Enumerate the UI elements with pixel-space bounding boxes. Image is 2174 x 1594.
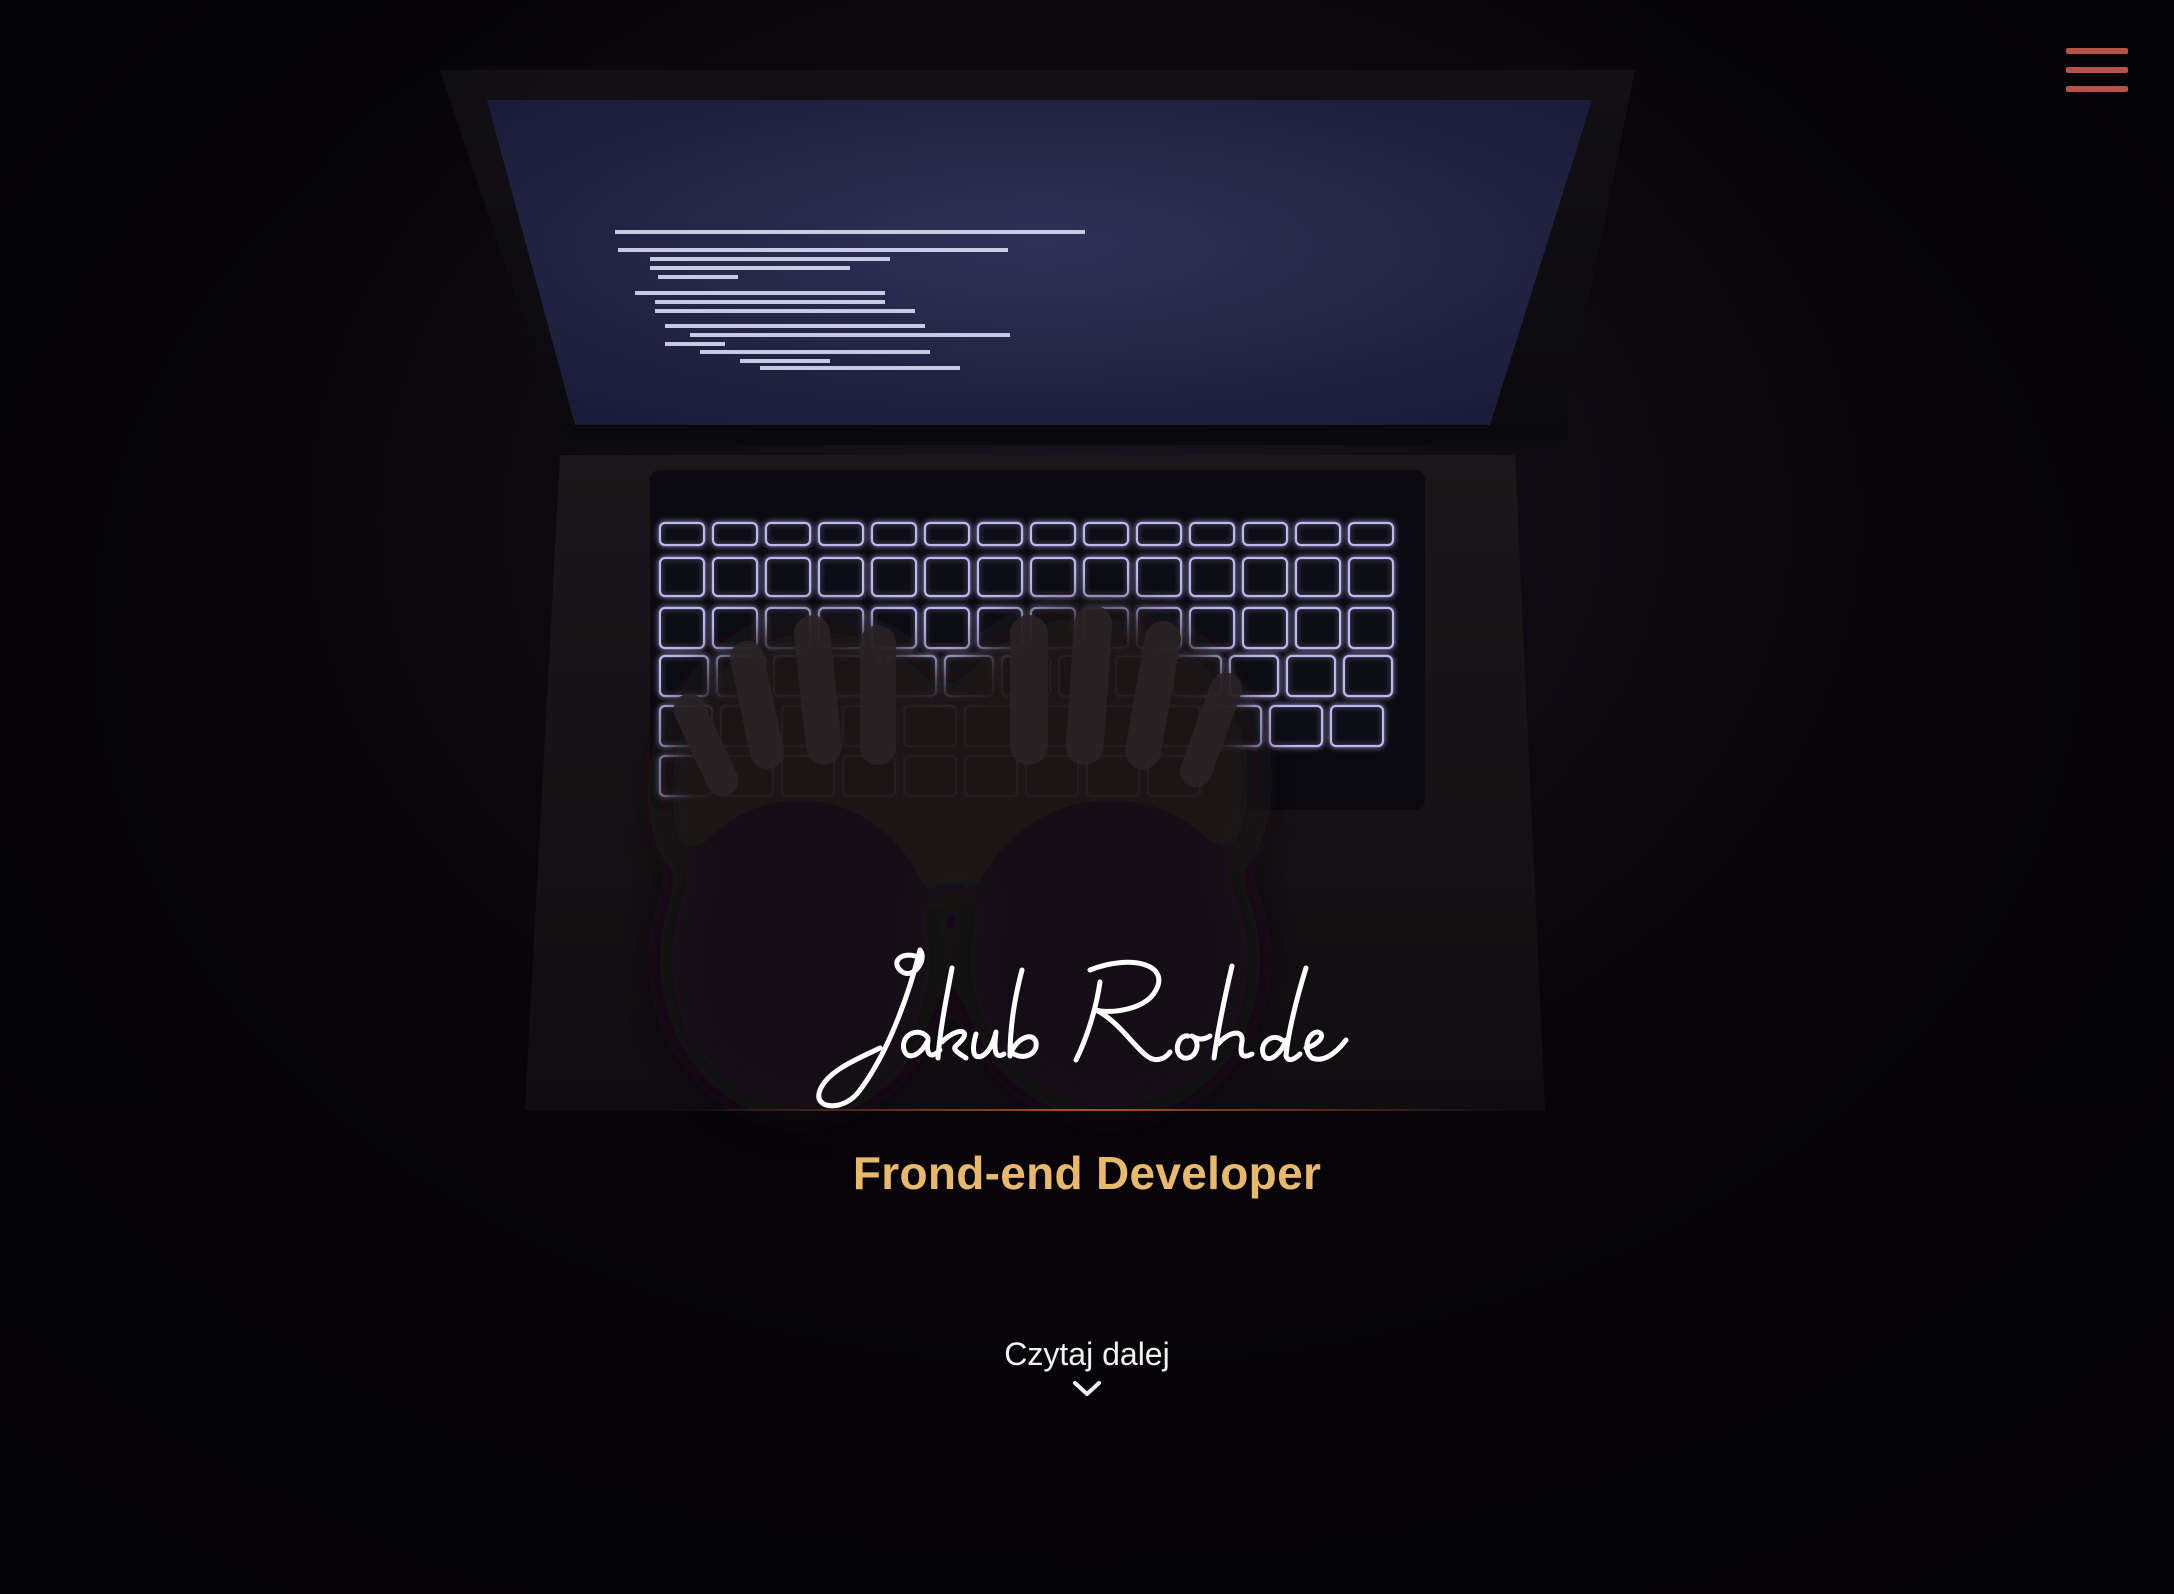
job-title: Frond-end Developer [852, 1147, 1322, 1199]
hero-section: Frond-end Developer Czytaj dalej [0, 0, 2174, 1594]
signature-logo [816, 947, 1349, 1109]
read-more-link[interactable]: Czytaj dalej [937, 1336, 1237, 1416]
hamburger-menu-icon[interactable] [2066, 48, 2128, 96]
read-more-label: Czytaj dalej [1004, 1336, 1170, 1372]
menu-bar-top [2066, 48, 2128, 54]
menu-bar-bottom [2066, 86, 2128, 92]
signature-underline-divider [660, 1109, 1520, 1111]
menu-bar-middle [2066, 67, 2128, 73]
chevron-down-icon [1073, 1381, 1101, 1396]
